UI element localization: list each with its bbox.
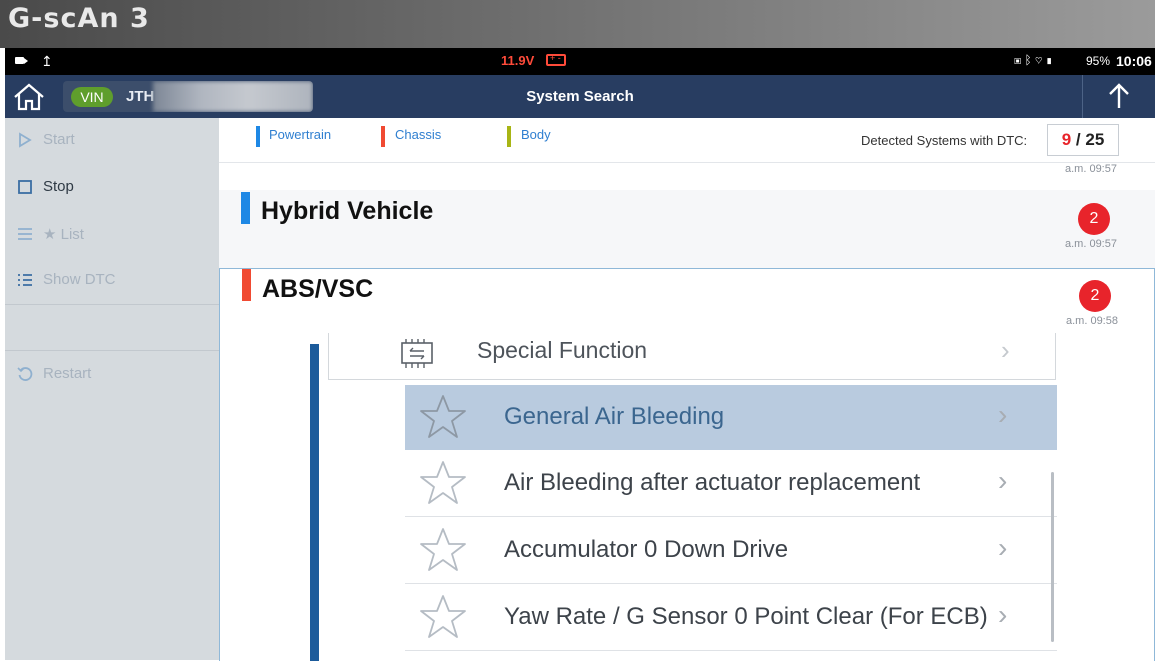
chevron-right-icon: › [998,532,1008,563]
body-color-bar [507,126,511,147]
android-status-bar: ↥ 11.9V ▣ ᛒ ♡ ▮ 95% 10:06 [5,48,1155,75]
menu-lines-icon [18,228,32,240]
car-battery-icon [546,53,566,66]
chevron-right-icon: › [1001,335,1010,365]
submenu-accent-line [310,344,319,661]
submenu-scrollbar[interactable] [1051,472,1054,642]
legend-powertrain: Powertrain [269,127,332,142]
chassis-category-bar [242,269,251,301]
powertrain-category-bar [241,192,250,224]
sidebar-divider [5,350,219,351]
system-timestamp: a.m. 09:57 [1065,163,1117,175]
upload-arrow-icon: ↥ [41,53,53,69]
favorite-star-icon[interactable] [419,527,467,573]
system-timestamp: a.m. 09:58 [1066,315,1118,327]
vin-redaction-blur [153,81,313,112]
menu-item-label: Accumulator 0 Down Drive [504,536,789,563]
page-title: System Search [526,88,634,105]
category-legend: Powertrain Chassis Body Detected Systems… [219,118,1155,163]
clock: 10:06 [1116,53,1152,69]
restart-icon [17,367,33,381]
system-row-hybrid-vehicle[interactable]: Hybrid Vehicle 2 a.m. 09:57 [219,190,1155,269]
system-search-main: Powertrain Chassis Body Detected Systems… [219,118,1155,661]
ecu-chip-icon [401,339,433,368]
vin-field[interactable]: VIN JTH [63,81,313,112]
dtc-total-count: 25 [1085,130,1105,149]
system-timestamp: a.m. 09:57 [1065,238,1117,250]
dtc-detected-count: 9 [1061,130,1072,149]
legend-body: Body [521,127,551,142]
menu-item-label: Air Bleeding after actuator replacement [504,469,921,496]
menu-item-yaw-rate-g-sensor[interactable]: Yaw Rate / G Sensor 0 Point Clear (For E… [405,585,1057,651]
dtc-count-badge: 2 [1079,280,1111,312]
special-function-header[interactable]: Special Function › [328,333,1056,380]
battery-percent: 95% [1086,54,1111,68]
chevron-right-icon: › [998,465,1008,496]
video-camera-icon [15,57,28,64]
sidebar-item-label: Stop [43,178,74,195]
sidebar-item-label: Show DTC [43,271,116,288]
system-name: ABS/VSC [262,275,374,303]
wifi-icon: ♡ [1035,53,1043,67]
menu-item-label: General Air Bleeding [504,403,725,430]
sidebar-item-label: ★ List [43,226,84,243]
sidebar: Start Stop ★ List Show DTC Restart [5,118,219,660]
menu-item-general-air-bleeding[interactable]: General Air Bleeding › [405,385,1057,450]
battery-icon: ▮ [1045,53,1053,67]
cast-icon: ▣ [1014,53,1022,67]
favorite-star-icon[interactable] [419,394,467,440]
dtc-separator: / [1075,130,1081,149]
sidebar-item-list[interactable]: ★ List [5,212,219,258]
vin-badge: VIN [71,87,113,107]
home-icon [14,83,44,111]
upload-button[interactable] [1083,75,1155,118]
upload-arrow-icon [1109,83,1129,108]
powertrain-color-bar [256,126,260,147]
app-header: VIN JTH System Search [5,75,1155,118]
chevron-right-icon: › [998,399,1008,430]
dtc-count-badge: 2 [1078,203,1110,235]
system-row-abs-vsc[interactable]: ABS/VSC 2 a.m. 09:58 Special Function › … [219,268,1155,661]
chevron-right-icon: › [998,599,1008,630]
sidebar-item-show-dtc[interactable]: Show DTC [5,258,219,304]
menu-item-air-bleeding-actuator[interactable]: Air Bleeding after actuator replacement … [405,451,1057,517]
menu-item-accumulator-down-drive[interactable]: Accumulator 0 Down Drive › [405,518,1057,584]
menu-item-label: Yaw Rate / G Sensor 0 Point Clear (For E… [504,603,988,630]
favorite-star-icon[interactable] [419,594,467,640]
sidebar-divider [5,304,219,305]
brand-logo: G-scAn 3 [8,3,150,34]
connectivity-icons: ▣ ᛒ ♡ ▮ [1014,53,1053,67]
bluetooth-icon: ᛒ [1024,53,1032,67]
brand-bar: G-scAn 3 [0,0,1155,48]
sidebar-item-label: Start [43,131,75,148]
battery-voltage: 11.9V [501,53,535,68]
home-button[interactable] [5,75,53,118]
play-icon [19,132,32,148]
stop-square-icon [18,180,32,194]
dtc-count-label: Detected Systems with DTC: [861,133,1028,148]
chassis-color-bar [381,126,385,147]
sidebar-item-label: Restart [43,365,92,382]
submenu-header-label: Special Function [477,337,648,363]
sidebar-item-restart[interactable]: Restart [5,352,219,398]
favorite-star-icon[interactable] [419,460,467,506]
sidebar-item-stop[interactable]: Stop [5,165,219,211]
dtc-count-box: 9 / 25 [1047,124,1119,156]
sidebar-item-start[interactable]: Start [5,118,219,164]
legend-chassis: Chassis [395,127,442,142]
system-name: Hybrid Vehicle [261,197,434,225]
list-bullets-icon [18,274,32,286]
vin-value: JTH [126,88,155,105]
